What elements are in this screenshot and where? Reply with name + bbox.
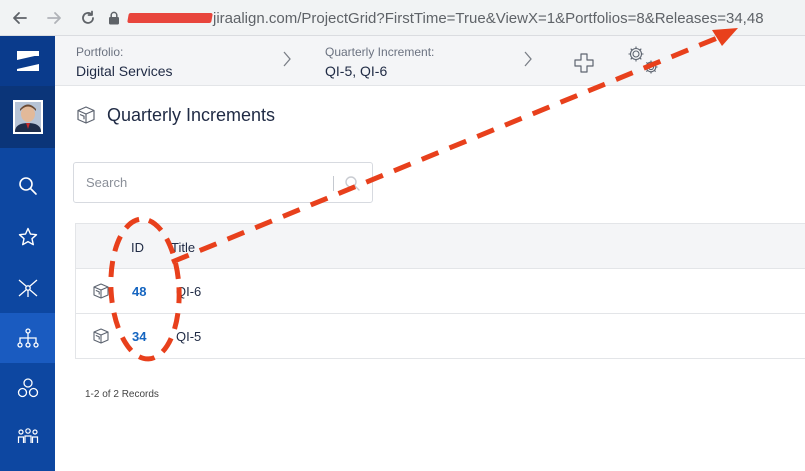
sidebar-item-people[interactable] [0,413,55,461]
search-icon [345,176,360,191]
redacted-subdomain [127,13,213,23]
settings-button[interactable] [625,44,661,78]
app-root: jiraalign.com/ProjectGrid?FirstTime=True… [0,0,805,471]
crumb-qi-value: QI-5, QI-6 [325,63,388,79]
sidebar-item-hierarchy[interactable] [0,313,55,363]
reload-button[interactable] [76,6,100,30]
box-icon[interactable] [92,327,110,345]
record-count: 1-2 of 2 Records [85,389,159,400]
table-row[interactable]: 48 QI-6 [76,269,805,314]
breadcrumb: Portfolio: Digital Services Quarterly In… [55,36,805,86]
sidebar-item-search[interactable] [0,162,55,210]
row-id-link[interactable]: 48 [132,284,146,299]
crumb-portfolio-value: Digital Services [76,63,173,79]
user-avatar[interactable] [0,86,55,148]
forward-arrow-icon [47,12,61,24]
hierarchy-icon [16,328,39,348]
browser-toolbar: jiraalign.com/ProjectGrid?FirstTime=True… [0,0,805,36]
search-button[interactable] [340,171,364,195]
chevron-right-icon [523,50,533,74]
back-button[interactable] [8,6,32,30]
sidebar-item-favorites[interactable] [0,213,55,261]
gears-icon [628,46,658,74]
sidebar-item-network[interactable] [0,264,55,312]
lock-icon [109,11,119,25]
row-id-link[interactable]: 34 [132,329,146,344]
column-header-title[interactable]: Title [171,240,195,255]
url-domain: jiraalign.com [213,9,298,27]
crumb-portfolio[interactable]: Portfolio: Digital Services [76,45,172,79]
cluster-icon [17,378,38,398]
star-icon [18,227,37,246]
search-divider [333,176,334,191]
crumb-quarterly-increment[interactable]: Quarterly Increment: QI-5, QI-6 [325,45,434,79]
search-input[interactable] [74,163,332,202]
chevron-right-icon [282,50,292,74]
sidebar-item-cluster[interactable] [0,364,55,412]
quarterly-increments-grid: ID Title 48 QI-6 34 QI-5 [75,223,805,359]
reload-icon [82,10,94,24]
back-arrow-icon [13,12,27,24]
add-button[interactable] [573,52,595,74]
search-box [73,162,373,203]
network-icon [18,279,37,297]
row-title: QI-6 [176,284,202,299]
row-title: QI-5 [176,329,202,344]
table-row[interactable]: 34 QI-5 [76,314,805,359]
crumb-portfolio-label: Portfolio: [76,45,124,59]
app-logo[interactable] [0,36,55,86]
avatar [12,100,43,134]
box-icon [77,106,95,124]
url-path: /ProjectGrid?FirstTime=True&ViewX=1&Port… [297,9,764,27]
page-title: Quarterly Increments [107,104,276,125]
column-header-id[interactable]: ID [131,240,144,255]
page-header: Quarterly Increments [75,100,275,130]
crumb-qi-label: Quarterly Increment: [325,45,435,59]
plus-icon [574,53,594,73]
search-icon [18,177,37,195]
logo-icon [16,51,39,71]
forward-button[interactable] [42,6,66,30]
grid-header: ID Title [76,224,805,269]
address-bar[interactable]: jiraalign.com/ProjectGrid?FirstTime=True… [108,4,805,32]
people-icon [17,428,38,443]
sidebar [0,36,55,471]
box-icon[interactable] [92,282,110,300]
